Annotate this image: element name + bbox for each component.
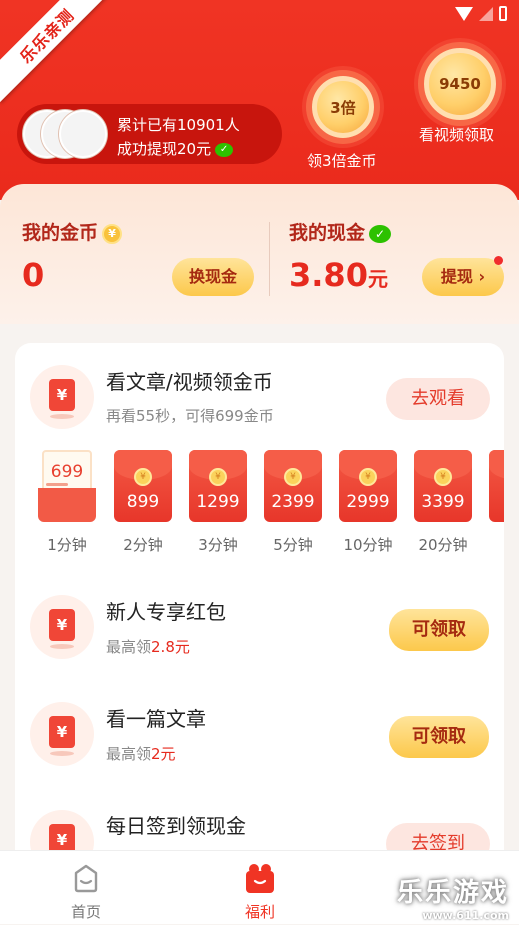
- signal-icon: [479, 6, 493, 21]
- wallet-panel: 我的金币 ¥ 0 换现金 我的现金 ✓ 3.80元 提现 ›: [0, 184, 519, 324]
- red-envelope-icon: ¥: [49, 609, 75, 641]
- reward-time: 20分钟: [418, 536, 468, 554]
- tab-welfare-label: 福利: [244, 903, 275, 921]
- task-title: 看一篇文章: [106, 707, 206, 731]
- home-icon: [74, 864, 98, 893]
- red-envelope-icon: ¥: [49, 716, 75, 748]
- reward-envelope[interactable]: ¥1299: [189, 450, 247, 522]
- claim-button[interactable]: 可领取: [389, 716, 489, 758]
- triple-coin-label[interactable]: 领3倍金币: [307, 150, 377, 171]
- tab-home[interactable]: 首页: [26, 851, 146, 925]
- ribbon-text: 乐乐亲测: [16, 5, 78, 67]
- reward-time: 10分钟: [343, 536, 393, 554]
- avatar: [59, 110, 107, 158]
- task-title: 看文章/视频领金币: [106, 370, 273, 394]
- corner-ribbon: 乐乐亲测: [0, 0, 114, 103]
- gold-value: 0: [22, 256, 45, 294]
- reward-time: 5分钟: [273, 536, 313, 554]
- counter-line1: 累计已有10901人: [117, 116, 240, 134]
- task-title: 每日签到领现金: [106, 814, 246, 838]
- task-icon: ¥: [30, 595, 94, 659]
- reward-envelope[interactable]: ¥3399: [414, 450, 472, 522]
- withdraw-counter: 累计已有10901人 成功提现20元 ✓: [17, 104, 282, 164]
- reward-envelope[interactable]: [489, 450, 504, 522]
- reward-envelope[interactable]: ¥899: [114, 450, 172, 522]
- video-coin-button[interactable]: 9450: [424, 48, 496, 120]
- status-bar: [455, 6, 507, 21]
- cash-value: 3.80元: [289, 256, 388, 294]
- exchange-cash-button[interactable]: 换现金: [172, 258, 254, 296]
- watermark: 乐乐游戏 www.611.com: [396, 878, 509, 922]
- tab-welfare[interactable]: 福利: [200, 851, 320, 925]
- reward-time: 3分钟: [198, 536, 238, 554]
- claim-button[interactable]: 可领取: [389, 609, 489, 651]
- task-sub: 最高领2.8元: [106, 638, 190, 656]
- notification-dot: [494, 256, 503, 265]
- counter-line2: 成功提现20元 ✓: [117, 138, 234, 159]
- task-title: 新人专享红包: [106, 600, 226, 624]
- task-icon: ¥: [30, 365, 94, 429]
- withdraw-button[interactable]: 提现 ›: [422, 258, 504, 296]
- wechat-icon: ✓: [215, 142, 234, 157]
- tab-home-label: 首页: [70, 903, 101, 921]
- gold-label: 我的金币 ¥: [22, 218, 123, 245]
- task-sub: 最高领2元: [106, 745, 176, 763]
- video-coin-label[interactable]: 看视频领取: [419, 124, 494, 145]
- cash-label: 我的现金 ✓: [289, 218, 392, 245]
- battery-icon: [499, 6, 507, 21]
- gold-coin-icon: ¥: [102, 223, 123, 244]
- gift-icon: [246, 864, 274, 893]
- reward-time: 1分钟: [47, 536, 87, 554]
- header: 乐乐亲测 累计已有10901人 成功提现20元 ✓ 3倍 领3倍金币 9450 看…: [0, 0, 519, 200]
- red-envelope-icon: ¥: [49, 379, 75, 411]
- reward-envelope[interactable]: 699: [38, 450, 96, 522]
- wechat-icon: ✓: [369, 224, 392, 243]
- wallet-divider: [269, 222, 270, 296]
- reward-envelope[interactable]: ¥2399: [264, 450, 322, 522]
- task-sub: 再看55秒，可得699金币: [106, 407, 274, 425]
- watch-button[interactable]: 去观看: [386, 378, 490, 420]
- wifi-icon: [455, 6, 473, 21]
- triple-coin-button[interactable]: 3倍: [312, 76, 374, 138]
- reward-envelope[interactable]: ¥2999: [339, 450, 397, 522]
- task-icon: ¥: [30, 702, 94, 766]
- reward-time: 2分钟: [123, 536, 163, 554]
